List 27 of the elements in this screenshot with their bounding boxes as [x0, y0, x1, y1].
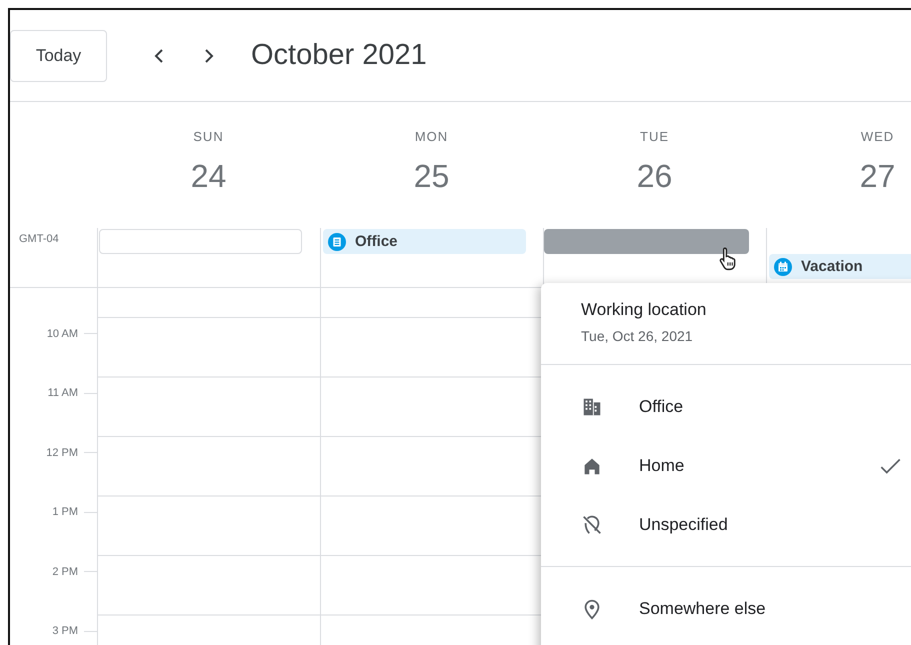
menu-title: Working location [581, 300, 708, 320]
location-chip[interactable]: Office [323, 229, 526, 254]
weekday-label: MON [414, 129, 448, 144]
weekday-label: WED [860, 129, 894, 144]
day-number[interactable]: 27 [860, 158, 896, 195]
time-label: 10 AM [46, 328, 78, 340]
today-button[interactable]: Today [10, 30, 107, 82]
time-label: 2 PM [51, 566, 78, 578]
menu-item[interactable]: Office [541, 377, 911, 436]
day-number[interactable]: 26 [636, 158, 672, 195]
time-label: 3 PM [51, 625, 78, 638]
event-chip[interactable]: Vacation [769, 254, 911, 279]
chip-label: Office [355, 233, 398, 250]
day-number[interactable]: 25 [414, 158, 450, 195]
chip-label: Vacation [801, 258, 863, 275]
time-label: 12 PM [45, 446, 78, 459]
menu-item[interactable]: Home [541, 436, 911, 495]
timezone-label: GMT-04 [19, 233, 60, 247]
month-title: October 2021 [251, 39, 427, 72]
menu-date: Tue, Oct 26, 2021 [581, 328, 694, 344]
weekday-label: TUE [640, 129, 669, 144]
day-number[interactable]: 24 [190, 158, 226, 195]
time-label: 1 PM [51, 506, 78, 518]
menu-item[interactable]: Somewhere else [541, 579, 911, 638]
weekday-label: SUN [193, 129, 224, 144]
time-label: 11 AM [46, 387, 78, 400]
menu-item[interactable]: Unspecified [541, 495, 911, 554]
